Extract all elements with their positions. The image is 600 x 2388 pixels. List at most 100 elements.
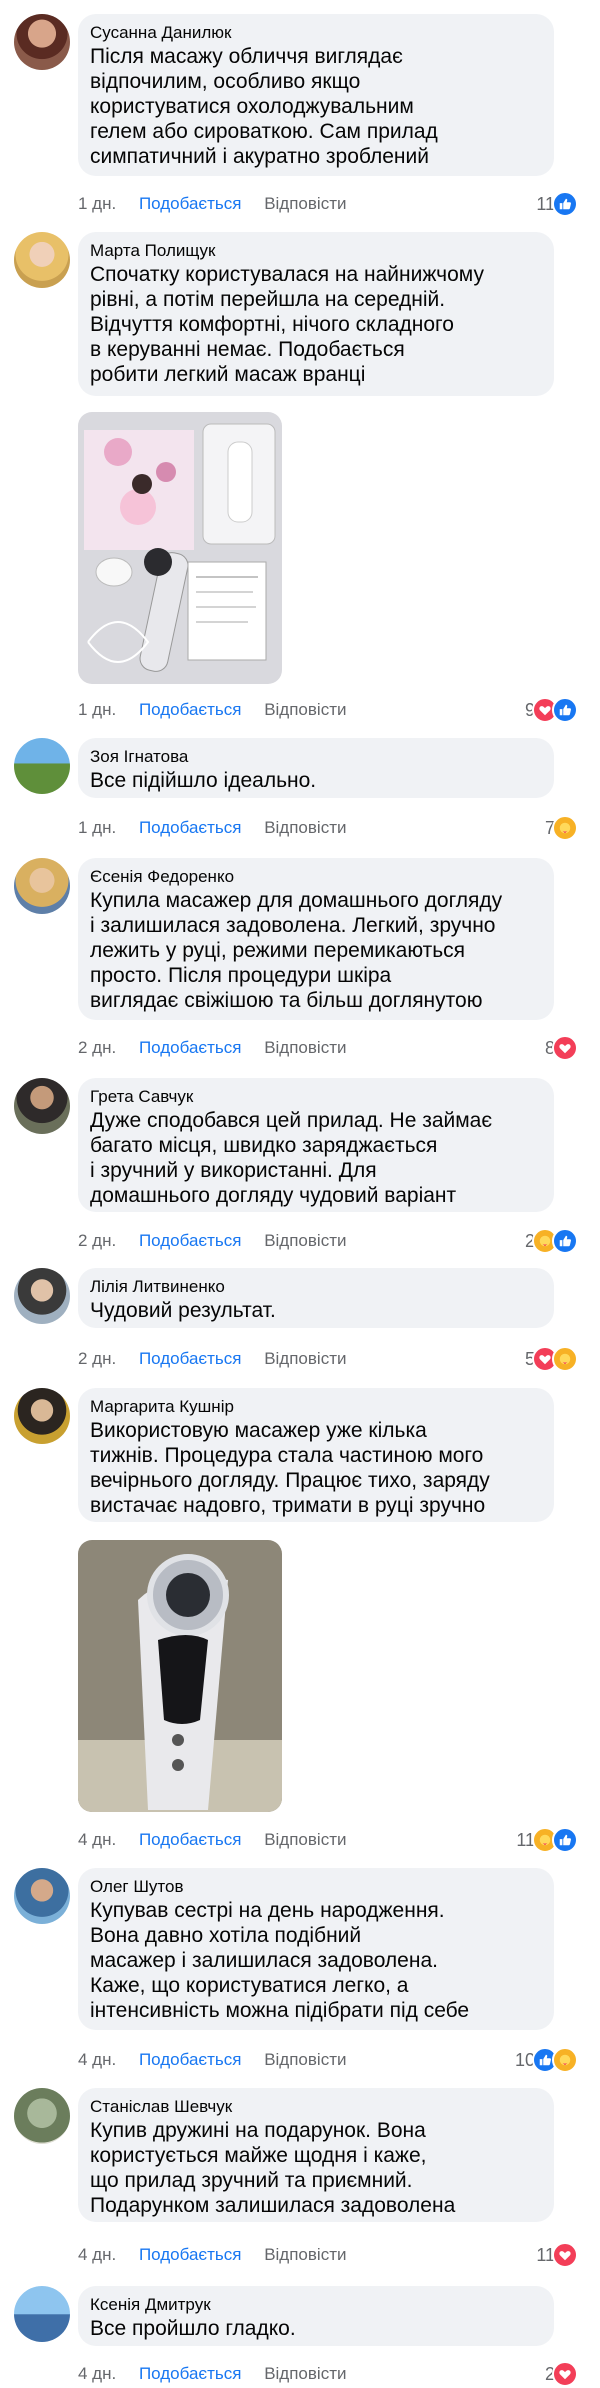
- comment-bubble: Станіслав Шевчук Купив дружині на подару…: [78, 2088, 554, 2222]
- author-name[interactable]: Зоя Ігнатова: [90, 746, 542, 768]
- like-button[interactable]: Подобається: [139, 700, 242, 719]
- love-icon: [552, 2361, 578, 2387]
- reply-button[interactable]: Відповісти: [264, 194, 346, 213]
- reply-button[interactable]: Відповісти: [264, 700, 346, 719]
- author-name[interactable]: Лілія Литвиненко: [90, 1276, 542, 1298]
- care-icon: [552, 1346, 578, 1372]
- reply-button[interactable]: Відповісти: [264, 1349, 346, 1368]
- comment-actions: 2 дн. Подобається Відповісти: [78, 1348, 364, 1370]
- avatar[interactable]: [14, 1078, 70, 1134]
- comment-time[interactable]: 4 дн.: [78, 1830, 116, 1849]
- reaction-summary[interactable]: 8: [545, 1035, 578, 1061]
- comment-text: Після масажу обличчя виглядає відпочилим…: [90, 45, 438, 168]
- author-name[interactable]: Ксенія Дмитрук: [90, 2294, 542, 2316]
- like-button[interactable]: Подобається: [139, 2364, 242, 2383]
- reaction-summary[interactable]: 2: [525, 1228, 578, 1254]
- comment-text: Використовую масажер уже кілька тижнів. …: [90, 1419, 490, 1517]
- reply-button[interactable]: Відповісти: [264, 2050, 346, 2069]
- comment-actions: 1 дн. Подобається Відповісти: [78, 817, 364, 839]
- reaction-summary[interactable]: 5: [525, 1346, 578, 1372]
- comment-bubble: Грета Савчук Дуже сподобався цей прилад.…: [78, 1078, 554, 1212]
- comment-text: Чудовий результат.: [90, 1299, 276, 1322]
- comment-time[interactable]: 4 дн.: [78, 2364, 116, 2383]
- like-button[interactable]: Подобається: [139, 1038, 242, 1057]
- avatar[interactable]: [14, 1868, 70, 1924]
- comment-bubble: Олег Шутов Купував сестрі на день народж…: [78, 1868, 554, 2030]
- comment-actions: 1 дн. Подобається Відповісти: [78, 193, 364, 215]
- comment-bubble: Марта Полищук Спочатку користувалася на …: [78, 232, 554, 396]
- like-button[interactable]: Подобається: [139, 818, 242, 837]
- comment-text: Купила масажер для домашнього догляду і …: [90, 889, 503, 1012]
- comment-text: Купив дружині на подарунок. Вона користу…: [90, 2119, 456, 2217]
- like-button[interactable]: Подобається: [139, 2245, 242, 2264]
- avatar[interactable]: [14, 738, 70, 794]
- comment-actions: 2 дн. Подобається Відповісти: [78, 1230, 364, 1252]
- comment-actions: 4 дн. Подобається Відповісти: [78, 1829, 364, 1851]
- avatar[interactable]: [14, 232, 70, 288]
- like-icon: [552, 191, 578, 217]
- comment-time[interactable]: 2 дн.: [78, 1038, 116, 1057]
- like-icon: [552, 1228, 578, 1254]
- comment-bubble: Маргарита Кушнір Використовую масажер уж…: [78, 1388, 554, 1522]
- author-name[interactable]: Сусанна Данилюк: [90, 22, 542, 44]
- like-button[interactable]: Подобається: [139, 1830, 242, 1849]
- author-name[interactable]: Грета Савчук: [90, 1086, 542, 1108]
- avatar[interactable]: [14, 2088, 70, 2144]
- avatar[interactable]: [14, 1268, 70, 1324]
- comment-time[interactable]: 2 дн.: [78, 1231, 116, 1250]
- reply-button[interactable]: Відповісти: [264, 818, 346, 837]
- author-name[interactable]: Станіслав Шевчук: [90, 2096, 542, 2118]
- author-name[interactable]: Олег Шутов: [90, 1876, 542, 1898]
- comment-actions: 4 дн. Подобається Відповісти: [78, 2049, 364, 2071]
- avatar[interactable]: [14, 1388, 70, 1444]
- reaction-summary[interactable]: 2: [545, 2361, 578, 2387]
- comment-text: Спочатку користувалася на найнижчому рів…: [90, 263, 484, 386]
- reaction-summary[interactable]: 11: [536, 191, 578, 217]
- reply-button[interactable]: Відповісти: [264, 1830, 346, 1849]
- comment-bubble: Ксенія Дмитрук Все пройшло гладко.: [78, 2286, 554, 2346]
- author-name[interactable]: Маргарита Кушнір: [90, 1396, 542, 1418]
- comment-time[interactable]: 1 дн.: [78, 700, 116, 719]
- reply-button[interactable]: Відповісти: [264, 2364, 346, 2383]
- reply-button[interactable]: Відповісти: [264, 1231, 346, 1250]
- love-icon: [552, 1035, 578, 1061]
- reaction-summary[interactable]: 10: [515, 2047, 578, 2073]
- comment-bubble: Зоя Ігнатова Все підійшло ідеально.: [78, 738, 554, 798]
- avatar[interactable]: [14, 858, 70, 914]
- reaction-summary[interactable]: 9: [525, 697, 578, 723]
- comment-time[interactable]: 1 дн.: [78, 818, 116, 837]
- comment-text: Все підійшло ідеально.: [90, 769, 317, 792]
- comment-text: Купував сестрі на день народження. Вона …: [90, 1899, 470, 2022]
- like-button[interactable]: Подобається: [139, 1349, 242, 1368]
- reaction-summary[interactable]: 11: [536, 2242, 578, 2268]
- comment-bubble: Лілія Литвиненко Чудовий результат.: [78, 1268, 554, 1328]
- avatar[interactable]: [14, 14, 70, 70]
- comment-text: Все пройшло гладко.: [90, 2317, 296, 2340]
- comment-time[interactable]: 1 дн.: [78, 194, 116, 213]
- comment-time[interactable]: 4 дн.: [78, 2245, 116, 2264]
- like-button[interactable]: Подобається: [139, 2050, 242, 2069]
- like-button[interactable]: Подобається: [139, 194, 242, 213]
- device-hand-photo[interactable]: [78, 1540, 282, 1812]
- reaction-summary[interactable]: 11: [516, 1827, 578, 1853]
- device-box-photo[interactable]: [78, 412, 282, 684]
- care-icon: [552, 815, 578, 841]
- like-icon: [552, 697, 578, 723]
- love-icon: [552, 2242, 578, 2268]
- comment-actions: 4 дн. Подобається Відповісти: [78, 2363, 364, 2385]
- care-icon: [552, 2047, 578, 2073]
- comment-time[interactable]: 4 дн.: [78, 2050, 116, 2069]
- comment-actions: 1 дн. Подобається Відповісти: [78, 699, 364, 721]
- avatar[interactable]: [14, 2286, 70, 2342]
- comment-actions: 4 дн. Подобається Відповісти: [78, 2244, 364, 2266]
- comment-bubble: Сусанна Данилюк Після масажу обличчя виг…: [78, 14, 554, 176]
- reply-button[interactable]: Відповісти: [264, 2245, 346, 2264]
- comment-bubble: Єсенія Федоренко Купила масажер для дома…: [78, 858, 554, 1020]
- like-button[interactable]: Подобається: [139, 1231, 242, 1250]
- author-name[interactable]: Марта Полищук: [90, 240, 542, 262]
- comment-time[interactable]: 2 дн.: [78, 1349, 116, 1368]
- comment-actions: 2 дн. Подобається Відповісти: [78, 1037, 364, 1059]
- reaction-summary[interactable]: 7: [545, 815, 578, 841]
- author-name[interactable]: Єсенія Федоренко: [90, 866, 542, 888]
- reply-button[interactable]: Відповісти: [264, 1038, 346, 1057]
